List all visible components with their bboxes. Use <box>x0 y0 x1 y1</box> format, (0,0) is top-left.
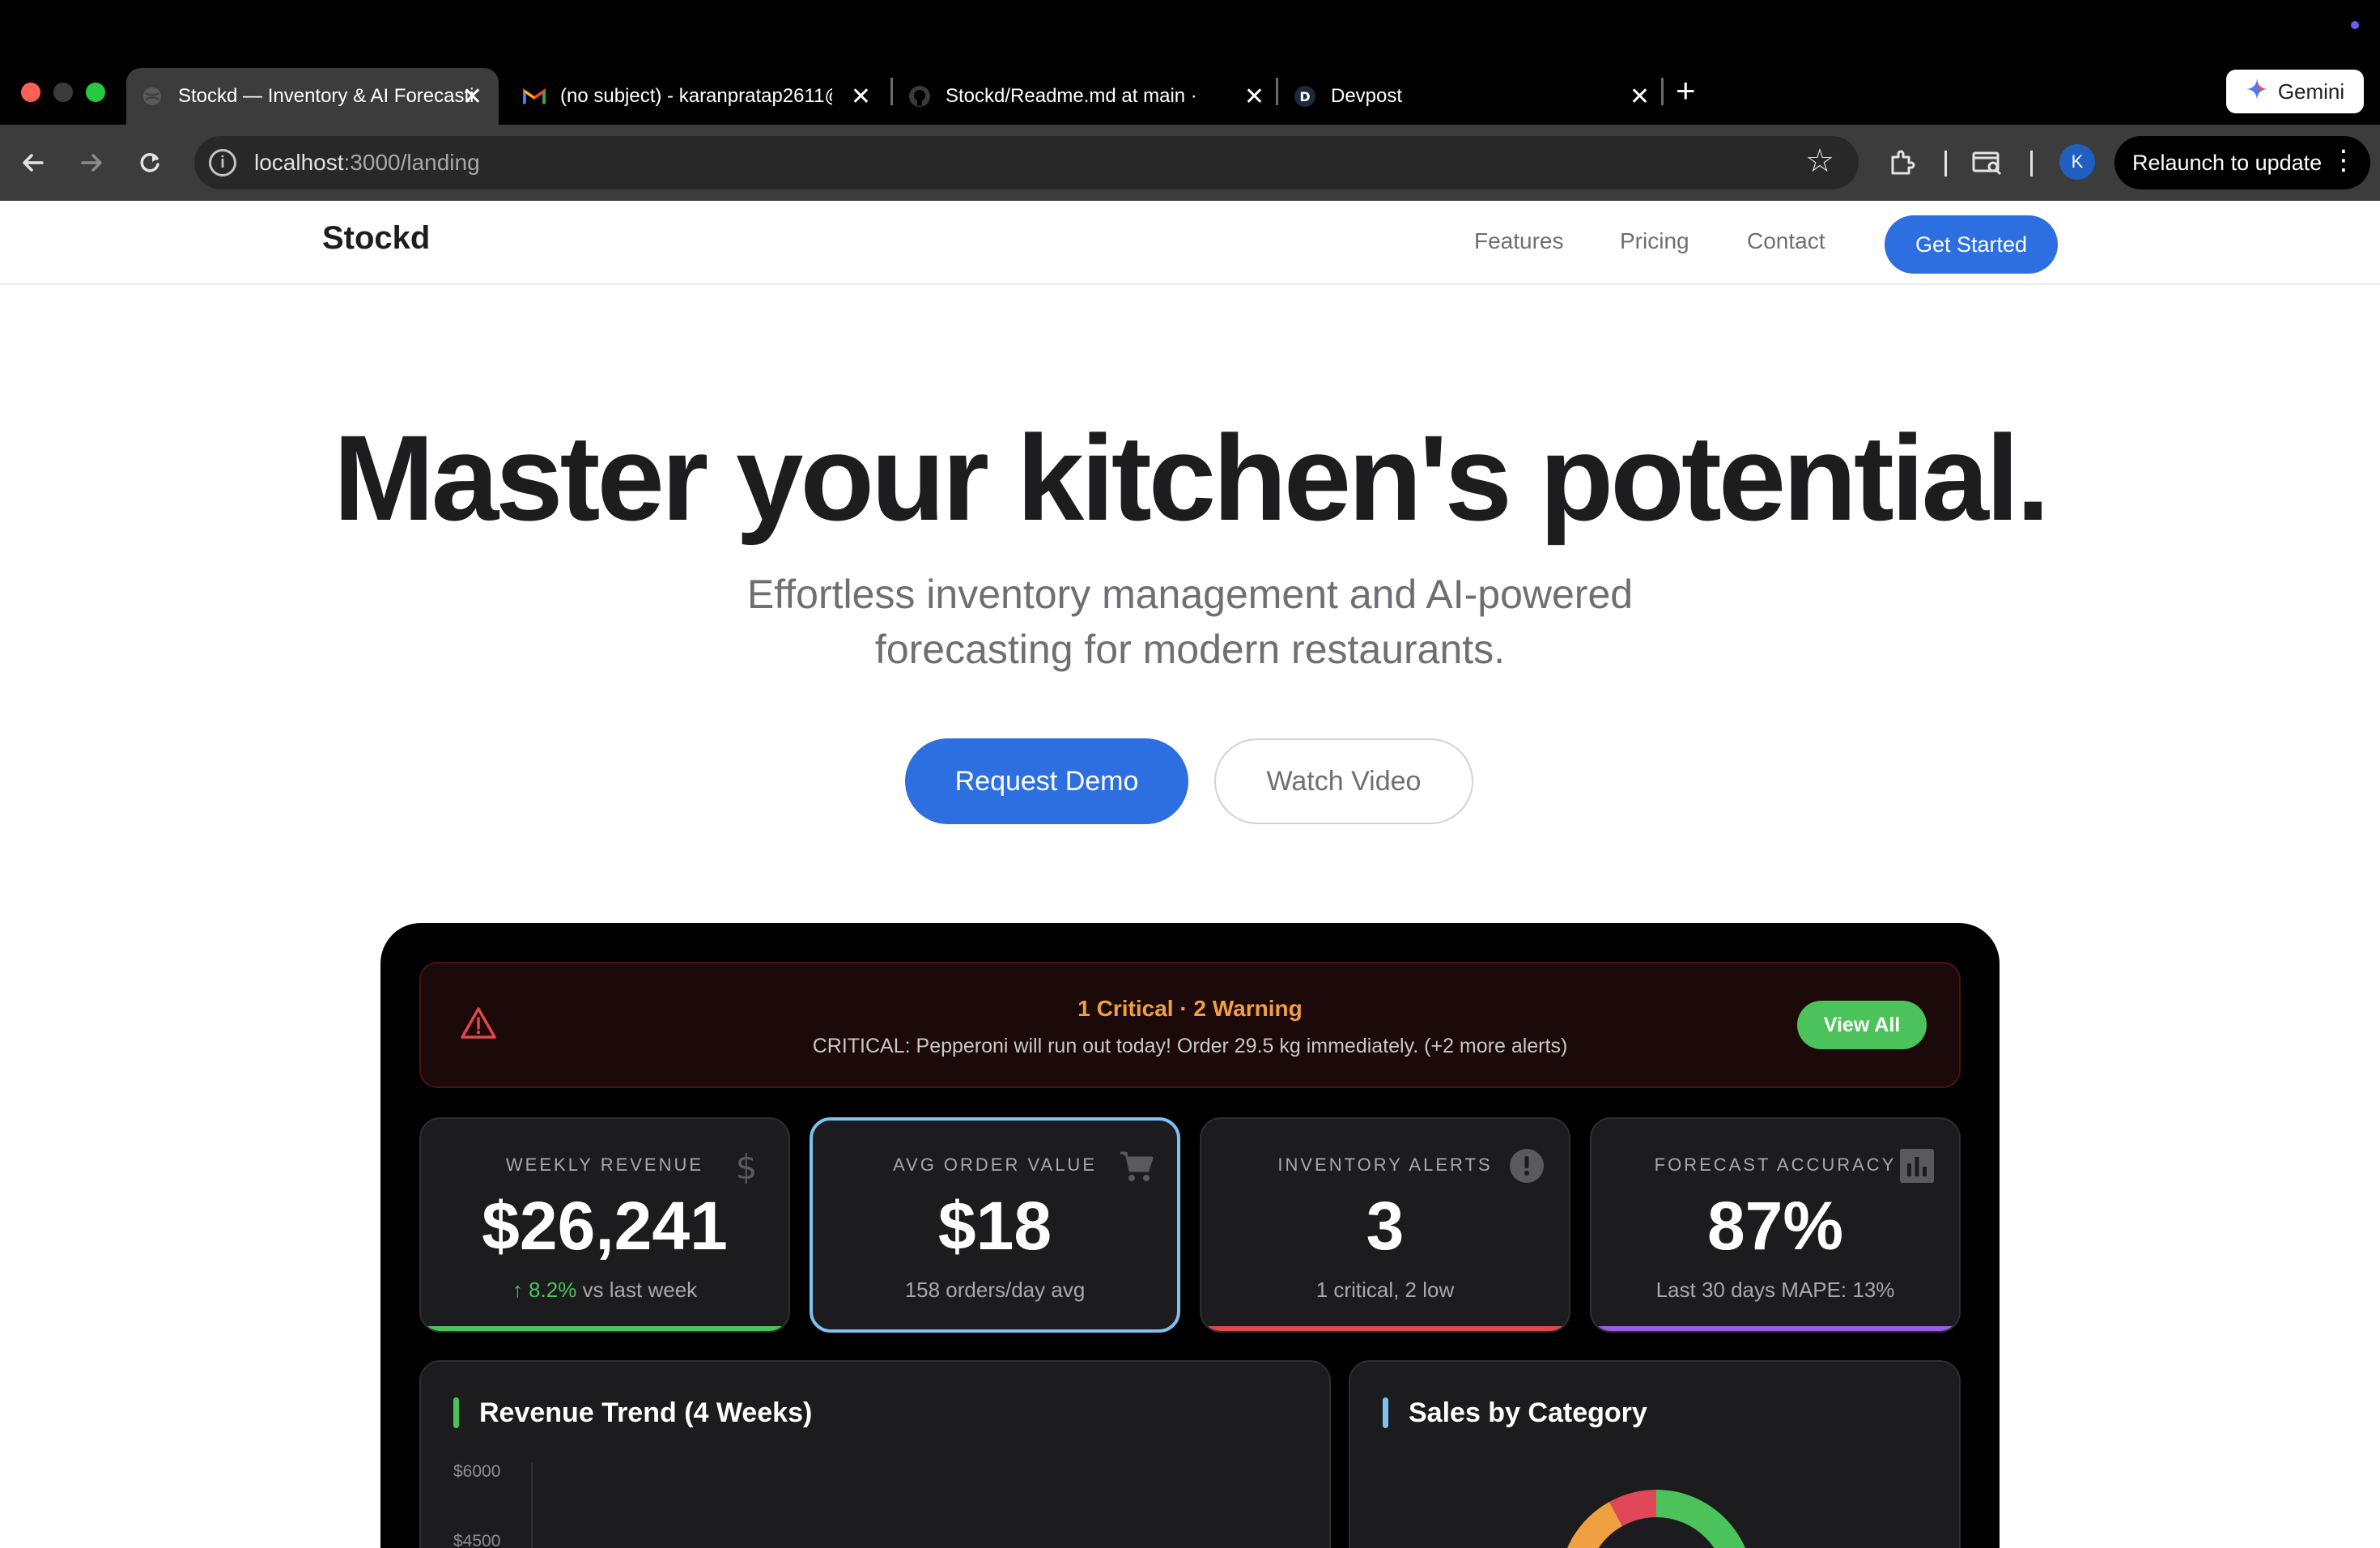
close-tab-icon[interactable]: ✕ <box>851 68 871 125</box>
hero-subtitle-line: forecasting for modern restaurants. <box>874 627 1506 672</box>
kpi-subtext: ↑ 8.2% vs last week <box>421 1278 788 1303</box>
alert-circle-icon <box>1509 1148 1545 1184</box>
browser-chrome: Stockd — Inventory & AI Forecasting ✕ (n… <box>0 0 2380 201</box>
kpi-accent-bar <box>1201 1326 1569 1331</box>
tab-title: (no subject) - karanpratap2611@gmail.com <box>560 85 832 107</box>
browser-toolbar: i localhost:3000/landing ☆ K Relaunch to… <box>0 125 2380 201</box>
tab-title: Devpost <box>1331 85 1403 107</box>
cart-icon <box>1119 1148 1154 1184</box>
alert-heading: 1 Critical · 2 Warning <box>1077 996 1303 1021</box>
view-all-button[interactable]: View All <box>1797 1001 1927 1049</box>
kpi-subtext: Last 30 days MAPE: 13% <box>1655 1278 1895 1302</box>
kpi-subtext: 1 critical, 2 low <box>1315 1278 1455 1302</box>
get-started-button[interactable]: Get Started <box>1885 215 2058 274</box>
svg-text:D: D <box>1299 89 1310 104</box>
kpi-subtext: 158 orders/day avg <box>904 1278 1086 1302</box>
sales-by-category-panel: Sales by Category <box>1349 1360 1961 1548</box>
tab-title: Stockd/Readme.md at main · <box>946 85 1197 107</box>
relaunch-button[interactable]: Relaunch to update ⋮ <box>2114 136 2370 189</box>
revenue-trend-panel: Revenue Trend (4 Weeks) $6000 $4500 <box>419 1360 1331 1548</box>
globe-icon <box>141 85 164 108</box>
hero-title: Master your kitchen's potential. <box>333 410 2051 546</box>
profile-avatar[interactable]: K <box>2059 144 2095 180</box>
kpi-card-weekly-revenue[interactable]: WEEKLY REVENUE $ $26,241 ↑ 8.2% vs last … <box>419 1117 790 1333</box>
url-path: :3000/landing <box>343 150 480 175</box>
tab-github[interactable]: Stockd/Readme.md at main · ✕ <box>908 68 1264 125</box>
bookmark-star-icon[interactable]: ☆ <box>1805 142 1834 180</box>
close-tab-icon[interactable]: ✕ <box>1630 68 1650 125</box>
tab-title: Stockd — Inventory & AI Forecasting <box>178 85 474 107</box>
more-menu-icon[interactable]: ⋮ <box>2330 144 2357 176</box>
donut-slice <box>1656 1490 1745 1548</box>
extensions-icon[interactable] <box>1888 125 1915 201</box>
gemini-sparkle-icon <box>2246 78 2268 106</box>
request-demo-button[interactable]: Request Demo <box>905 738 1188 824</box>
site-header: Stockd Features Pricing Contact Get Star… <box>0 201 2380 285</box>
kpi-value: $26,241 <box>482 1188 728 1264</box>
panel-title: Revenue Trend (4 Weeks) <box>479 1397 813 1428</box>
github-icon <box>908 85 931 108</box>
back-icon[interactable] <box>21 125 45 201</box>
kpi-accent-bar <box>1592 1326 1959 1331</box>
brand-logo[interactable]: Stockd <box>322 220 430 257</box>
kpi-card-avg-order-value[interactable]: AVG ORDER VALUE $18 158 orders/day avg <box>810 1117 1180 1333</box>
forward-icon[interactable] <box>79 125 104 201</box>
tab-separator <box>1276 78 1278 105</box>
tab-search-icon[interactable] <box>1972 125 2003 201</box>
kpi-accent-bar <box>421 1326 788 1331</box>
minimize-window-button[interactable] <box>53 83 73 102</box>
tab-devpost[interactable]: D Devpost ✕ <box>1294 68 1650 125</box>
kpi-change-context: vs last week <box>576 1278 698 1302</box>
panel-title: Sales by Category <box>1409 1397 1647 1428</box>
y-axis-line <box>531 1462 533 1548</box>
site-info-icon[interactable]: i <box>209 149 236 176</box>
hero-subtitle-line: Effortless inventory management and AI-p… <box>746 572 1634 617</box>
kpi-value: $18 <box>937 1188 1052 1264</box>
donut-slice <box>1567 1502 1622 1548</box>
kpi-value: 3 <box>1366 1188 1405 1264</box>
hero-subtitle: Effortless inventory management and AI-p… <box>664 567 1716 677</box>
svg-text:$: $ <box>736 1148 758 1184</box>
dashboard-preview: 1 Critical · 2 Warning CRITICAL: Peppero… <box>380 923 2000 1548</box>
tab-separator <box>890 78 893 105</box>
relaunch-label: Relaunch to update <box>2132 150 2323 175</box>
address-bar[interactable]: i localhost:3000/landing ☆ <box>194 136 1859 189</box>
kpi-card-inventory-alerts[interactable]: INVENTORY ALERTS 3 1 critical, 2 low <box>1200 1117 1570 1333</box>
bar-chart-icon <box>1899 1148 1935 1184</box>
y-tick-label: $6000 <box>453 1462 501 1481</box>
tab-stockd[interactable]: Stockd — Inventory & AI Forecasting ✕ <box>126 68 499 125</box>
watch-video-button[interactable]: Watch Video <box>1214 738 1473 824</box>
close-tab-icon[interactable]: ✕ <box>462 68 482 125</box>
gemini-label: Gemini <box>2277 79 2345 104</box>
panel-accent <box>1383 1397 1388 1428</box>
nav-link-contact[interactable]: Contact <box>1747 228 1825 254</box>
new-tab-button[interactable]: + <box>1676 73 1696 108</box>
nav-link-features[interactable]: Features <box>1474 228 1564 254</box>
status-indicator <box>2351 21 2359 29</box>
kpi-value: 87% <box>1706 1188 1844 1264</box>
close-tab-icon[interactable]: ✕ <box>1244 68 1264 125</box>
kpi-card-forecast-accuracy[interactable]: FORECAST ACCURACY 87% Last 30 days MAPE:… <box>1590 1117 1961 1333</box>
dollar-icon: $ <box>729 1148 764 1184</box>
reload-icon[interactable] <box>138 125 162 201</box>
tab-gmail[interactable]: (no subject) - karanpratap2611@gmail.com… <box>523 68 879 125</box>
gemini-button[interactable]: Gemini <box>2226 70 2364 113</box>
panel-accent <box>453 1397 459 1428</box>
alert-message: CRITICAL: Pepperoni will run out today! … <box>812 1035 1568 1057</box>
alert-banner: 1 Critical · 2 Warning CRITICAL: Peppero… <box>419 962 1961 1088</box>
toolbar-separator <box>2030 151 2033 176</box>
tab-separator <box>1661 78 1664 105</box>
kpi-change: ↑ 8.2% <box>512 1278 577 1302</box>
gmail-icon <box>523 85 546 108</box>
toolbar-separator <box>1944 151 1947 176</box>
nav-link-pricing[interactable]: Pricing <box>1620 228 1689 254</box>
url-host: localhost <box>254 150 344 175</box>
maximize-window-button[interactable] <box>86 83 105 102</box>
y-tick-label: $4500 <box>453 1532 501 1548</box>
category-donut-chart <box>1567 1490 1745 1548</box>
devpost-icon: D <box>1294 85 1316 108</box>
close-window-button[interactable] <box>21 83 40 102</box>
